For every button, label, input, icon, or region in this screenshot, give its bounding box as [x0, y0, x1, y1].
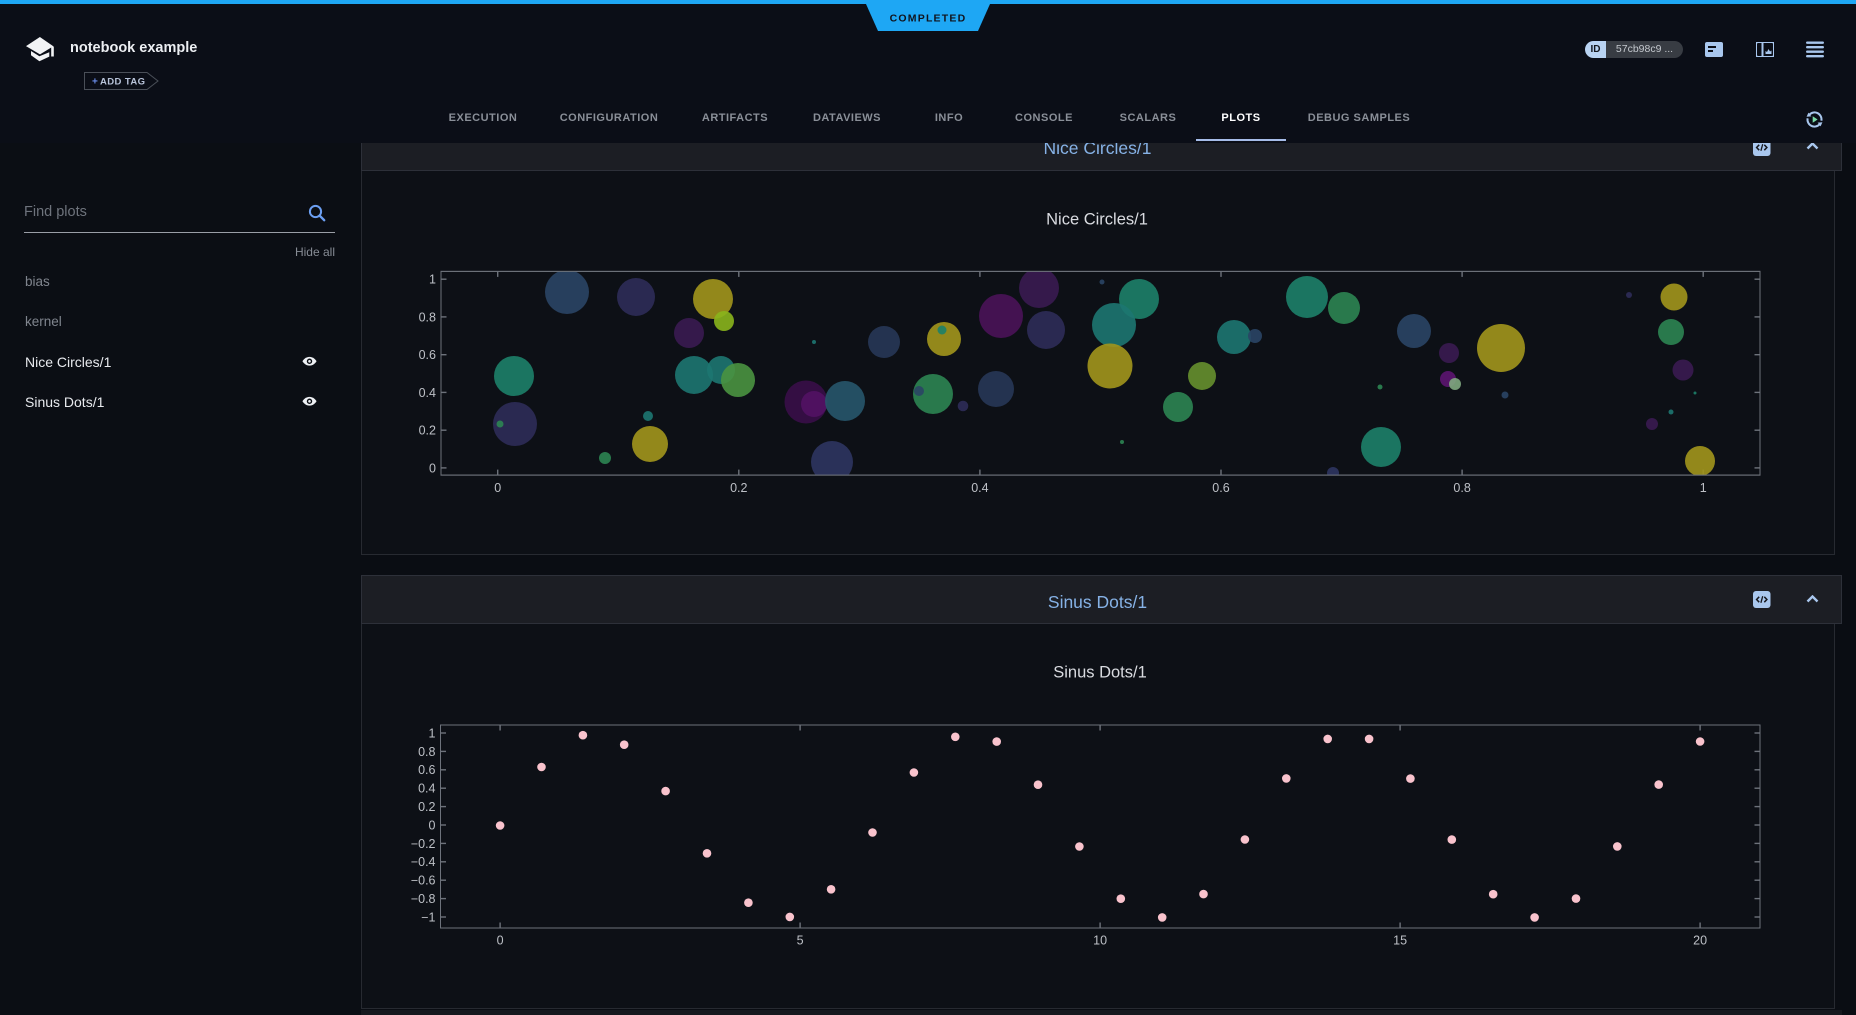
svg-text:−0.6: −0.6: [411, 874, 436, 888]
svg-text:+: +: [92, 77, 98, 88]
svg-text:0.4: 0.4: [419, 386, 436, 400]
svg-text:−0.4: −0.4: [411, 855, 436, 869]
svg-text:0.8: 0.8: [418, 745, 435, 759]
svg-text:0.8: 0.8: [1453, 481, 1470, 495]
svg-text:−1: −1: [421, 910, 435, 924]
svg-text:0.4: 0.4: [971, 481, 988, 495]
svg-text:0: 0: [494, 481, 501, 495]
svg-text:0.8: 0.8: [419, 310, 436, 324]
svg-text:1: 1: [1700, 481, 1707, 495]
svg-text:5: 5: [797, 934, 804, 948]
svg-text:−0.2: −0.2: [411, 837, 436, 851]
svg-text:0: 0: [429, 461, 436, 475]
svg-text:ADD TAG: ADD TAG: [100, 77, 145, 88]
svg-text:1: 1: [429, 726, 436, 740]
svg-text:20: 20: [1693, 934, 1707, 948]
svg-text:COMPLETED: COMPLETED: [890, 13, 967, 25]
svg-text:0.6: 0.6: [419, 348, 436, 362]
svg-text:0.2: 0.2: [419, 424, 436, 438]
svg-text:10: 10: [1093, 934, 1107, 948]
svg-text:0.2: 0.2: [730, 481, 747, 495]
svg-text:Nice Circles/1: Nice Circles/1: [1046, 211, 1148, 229]
svg-text:1: 1: [429, 273, 436, 287]
svg-text:0: 0: [497, 934, 504, 948]
svg-text:Sinus Dots/1: Sinus Dots/1: [1053, 664, 1147, 682]
svg-text:0.4: 0.4: [418, 782, 435, 796]
svg-text:0.6: 0.6: [418, 763, 435, 777]
svg-text:0.2: 0.2: [418, 800, 435, 814]
svg-text:15: 15: [1393, 934, 1407, 948]
svg-text:0.6: 0.6: [1212, 481, 1229, 495]
svg-text:0: 0: [429, 818, 436, 832]
svg-text:−0.8: −0.8: [411, 892, 436, 906]
